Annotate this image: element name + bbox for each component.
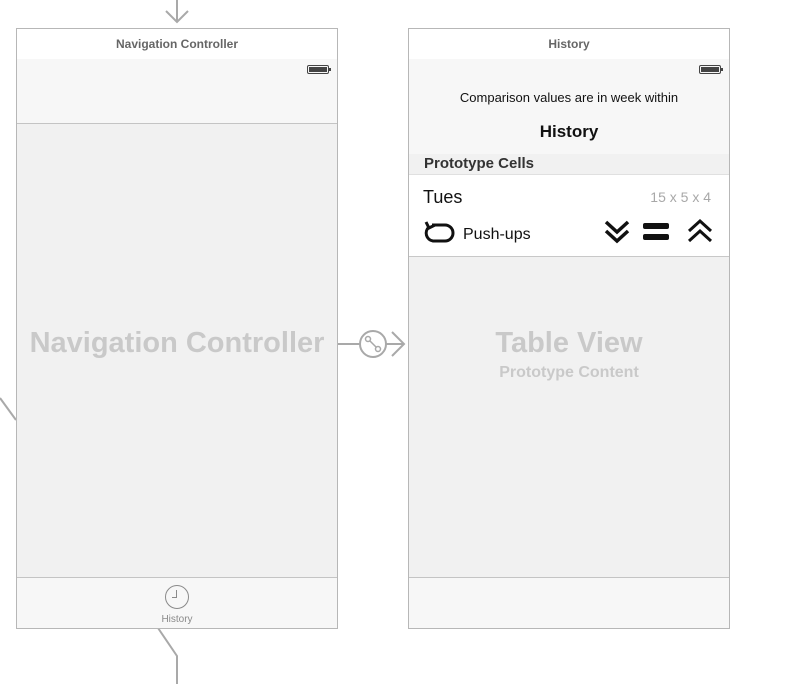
clock-icon[interactable] [165,585,189,609]
nav-prompt: Comparison values are in week within [459,90,679,105]
scene-title[interactable]: History [409,29,729,60]
relationship-line-left [0,397,17,421]
battery-icon [307,65,331,74]
navigation-controller-scene[interactable]: Navigation Controller Navigation Control… [16,28,338,629]
tab-item-history-label[interactable]: History [17,614,337,625]
double-chevron-down-icon[interactable] [603,218,631,246]
scene-title[interactable]: Navigation Controller [17,29,337,60]
double-chevron-up-icon[interactable] [686,217,714,245]
segue-relationship-icon [359,330,387,358]
cell-reps-label: 15 x 5 x 4 [650,189,711,205]
tab-bar[interactable] [409,577,729,628]
nav-title: History [539,122,599,141]
prototype-cells-header: Prototype Cells [409,154,729,175]
navigation-bar[interactable]: Comparison values are in week within His… [409,59,729,156]
relationship-line-bottom [157,627,178,684]
navigation-bar[interactable] [17,59,337,124]
table-view-label: Table View [495,327,643,359]
cell-day-label: Tues [423,187,463,207]
battery-icon [699,65,723,74]
tab-bar[interactable]: History [17,577,337,628]
repeat-icon[interactable] [423,219,457,245]
cell-exercise-label: Push-ups [463,226,531,243]
history-scene[interactable]: History Comparison values are in week wi… [408,28,730,629]
placeholder-label: Navigation Controller [29,327,325,359]
storyboard-canvas[interactable]: Navigation Controller Navigation Control… [0,0,807,684]
table-view-sublabel: Prototype Content [499,364,639,381]
equals-icon[interactable] [642,220,670,244]
prototype-cell[interactable]: Tues 15 x 5 x 4 Push-ups [409,175,729,257]
